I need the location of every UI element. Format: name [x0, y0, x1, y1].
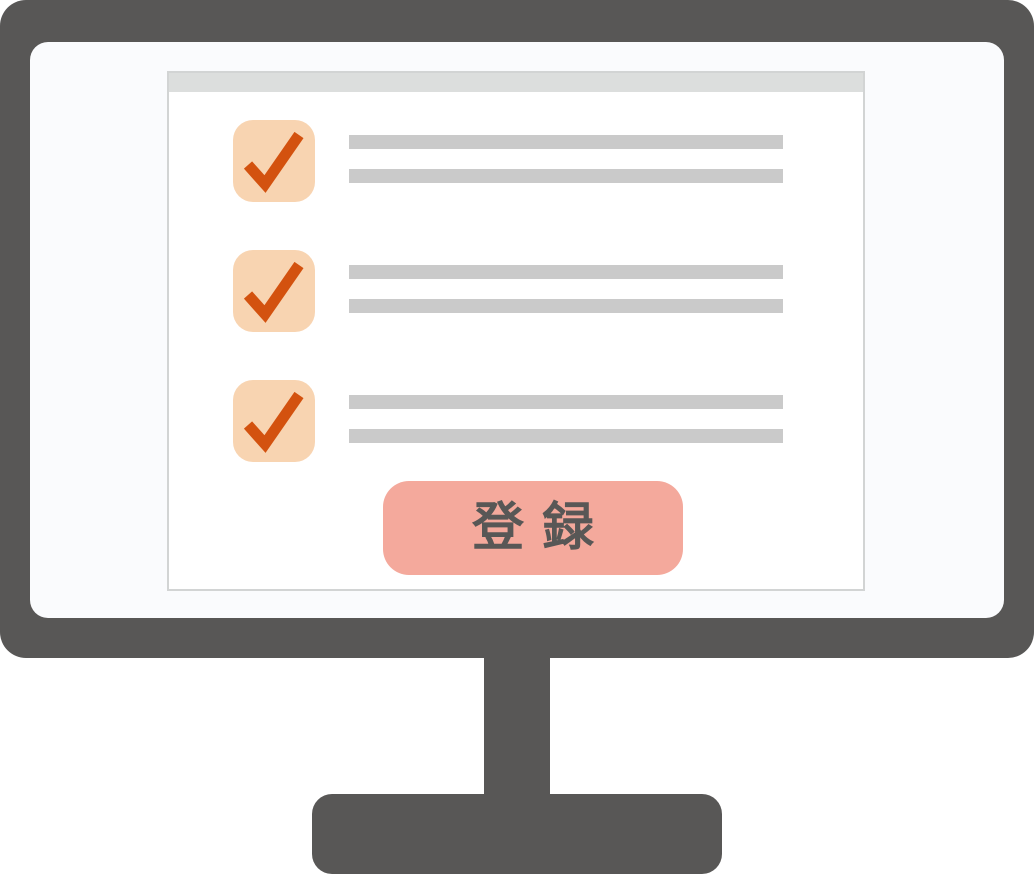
illustration: 登録	[0, 0, 1034, 876]
check-icon	[243, 261, 304, 323]
text-line-placeholder	[349, 395, 783, 409]
checkbox-3[interactable]	[233, 380, 315, 462]
checkbox-1[interactable]	[233, 120, 315, 202]
form-window: 登録	[167, 71, 865, 591]
text-line-placeholder	[349, 135, 783, 149]
register-button[interactable]: 登録	[383, 481, 683, 575]
text-line-placeholder	[349, 429, 783, 443]
text-line-placeholder	[349, 299, 783, 313]
window-titlebar	[169, 73, 863, 92]
checklist-item-3	[233, 380, 853, 462]
text-line-placeholder	[349, 169, 783, 183]
monitor-stand-neck	[484, 656, 550, 796]
checkbox-2[interactable]	[233, 250, 315, 332]
monitor-stand-base	[312, 794, 722, 874]
text-line-placeholder	[349, 265, 783, 279]
check-icon	[243, 131, 304, 193]
checklist-item-2	[233, 250, 853, 332]
checklist-item-1	[233, 120, 853, 202]
check-icon	[243, 391, 304, 453]
